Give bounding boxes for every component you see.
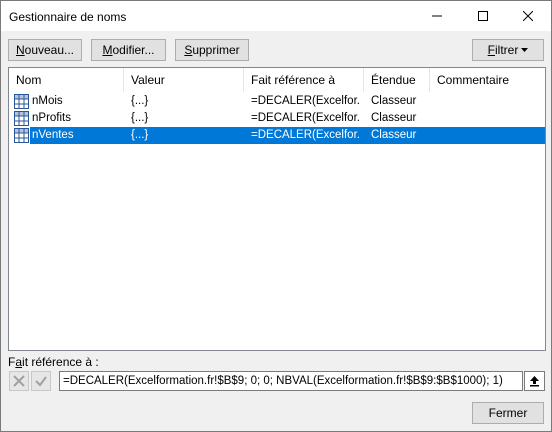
column-header-refers-to[interactable]: Fait référence à	[244, 68, 364, 92]
cell-comment	[437, 94, 542, 109]
cell-comment	[437, 111, 542, 126]
minimize-button[interactable]	[414, 1, 460, 31]
cell-value: {...}	[131, 95, 149, 107]
cell-name: nVentes	[32, 129, 74, 141]
names-list[interactable]: Nom Valeur Fait référence à Étendue Comm…	[8, 67, 546, 351]
column-header-name-label: Nom	[16, 73, 42, 87]
cell-value: {...}	[131, 129, 149, 141]
window-title: Gestionnaire de noms	[9, 10, 127, 24]
column-header-value[interactable]: Valeur	[124, 68, 244, 92]
refers-to-label: Fait référence à :	[8, 355, 99, 369]
dropdown-arrow-icon	[521, 48, 529, 52]
filter-button-label: iltrer	[495, 43, 519, 57]
filter-button[interactable]: Filtrer	[472, 39, 544, 61]
grid-icon	[14, 94, 29, 109]
list-header: Nom Valeur Fait référence à Étendue Comm…	[9, 68, 545, 92]
cell-refers-to: =DECALER(Excelfor...	[251, 129, 361, 141]
edit-button-mnemonic: M	[102, 43, 113, 57]
cell-value: {...}	[131, 112, 149, 124]
cell-name: nProfits	[32, 112, 71, 124]
grid-icon	[14, 128, 29, 143]
cell-scope: Classeur	[371, 129, 417, 141]
cancel-x-icon	[13, 375, 25, 387]
new-button-label: ouveau...	[24, 43, 75, 57]
column-header-scope-label: Étendue	[371, 73, 416, 87]
maximize-button[interactable]	[460, 1, 506, 31]
cancel-edit-button[interactable]	[9, 371, 29, 391]
cell-comment	[437, 128, 542, 143]
grid-icon	[14, 111, 29, 126]
confirm-edit-button[interactable]	[31, 371, 51, 391]
table-row[interactable]: nMois {...} =DECALER(Excelfor... Classeu…	[9, 93, 545, 110]
column-header-scope[interactable]: Étendue	[364, 68, 430, 92]
cell-name: nMois	[32, 95, 63, 107]
column-header-comment[interactable]: Commentaire	[430, 68, 545, 92]
delete-button-label: upprimer	[192, 43, 240, 57]
collapse-dialog-button[interactable]	[524, 371, 545, 391]
close-window-button[interactable]	[505, 1, 551, 31]
refers-to-input[interactable]: =DECALER(Excelformation.fr!$B$9; 0; 0; N…	[59, 371, 523, 391]
delete-button[interactable]: Supprimer	[175, 39, 249, 61]
delete-button-mnemonic: S	[184, 43, 193, 57]
column-header-refers-to-label: Fait référence à	[251, 73, 336, 87]
column-header-value-label: Valeur	[131, 73, 165, 87]
name-manager-dialog: Gestionnaire de noms Nouveau... Modifier…	[0, 0, 552, 432]
collapse-dialog-icon	[530, 376, 539, 387]
new-button-mnemonic: N	[15, 43, 25, 57]
refers-to-label-rest: it référence à :	[22, 355, 99, 369]
title-bar[interactable]: Gestionnaire de noms	[1, 1, 551, 31]
cell-refers-to: =DECALER(Excelfor...	[251, 112, 361, 124]
close-button[interactable]: Fermer	[472, 402, 544, 424]
edit-button[interactable]: Modifier...	[91, 39, 166, 61]
cell-scope: Classeur	[371, 95, 417, 107]
cell-refers-to: =DECALER(Excelfor...	[251, 95, 361, 107]
maximize-icon	[478, 11, 488, 21]
minimize-icon	[432, 15, 442, 17]
edit-button-label: odifier...	[112, 43, 155, 57]
close-icon	[523, 11, 533, 21]
column-header-name[interactable]: Nom	[9, 68, 124, 92]
new-button[interactable]: Nouveau...	[8, 39, 82, 61]
table-row-selected[interactable]: nVentes {...} =DECALER(Excelfor... Class…	[9, 127, 545, 144]
filter-button-mnemonic: F	[487, 43, 495, 57]
cell-scope: Classeur	[371, 112, 417, 124]
checkmark-icon	[35, 376, 47, 387]
table-row[interactable]: nProfits {...} =DECALER(Excelfor... Clas…	[9, 110, 545, 127]
column-header-comment-label: Commentaire	[437, 73, 510, 87]
